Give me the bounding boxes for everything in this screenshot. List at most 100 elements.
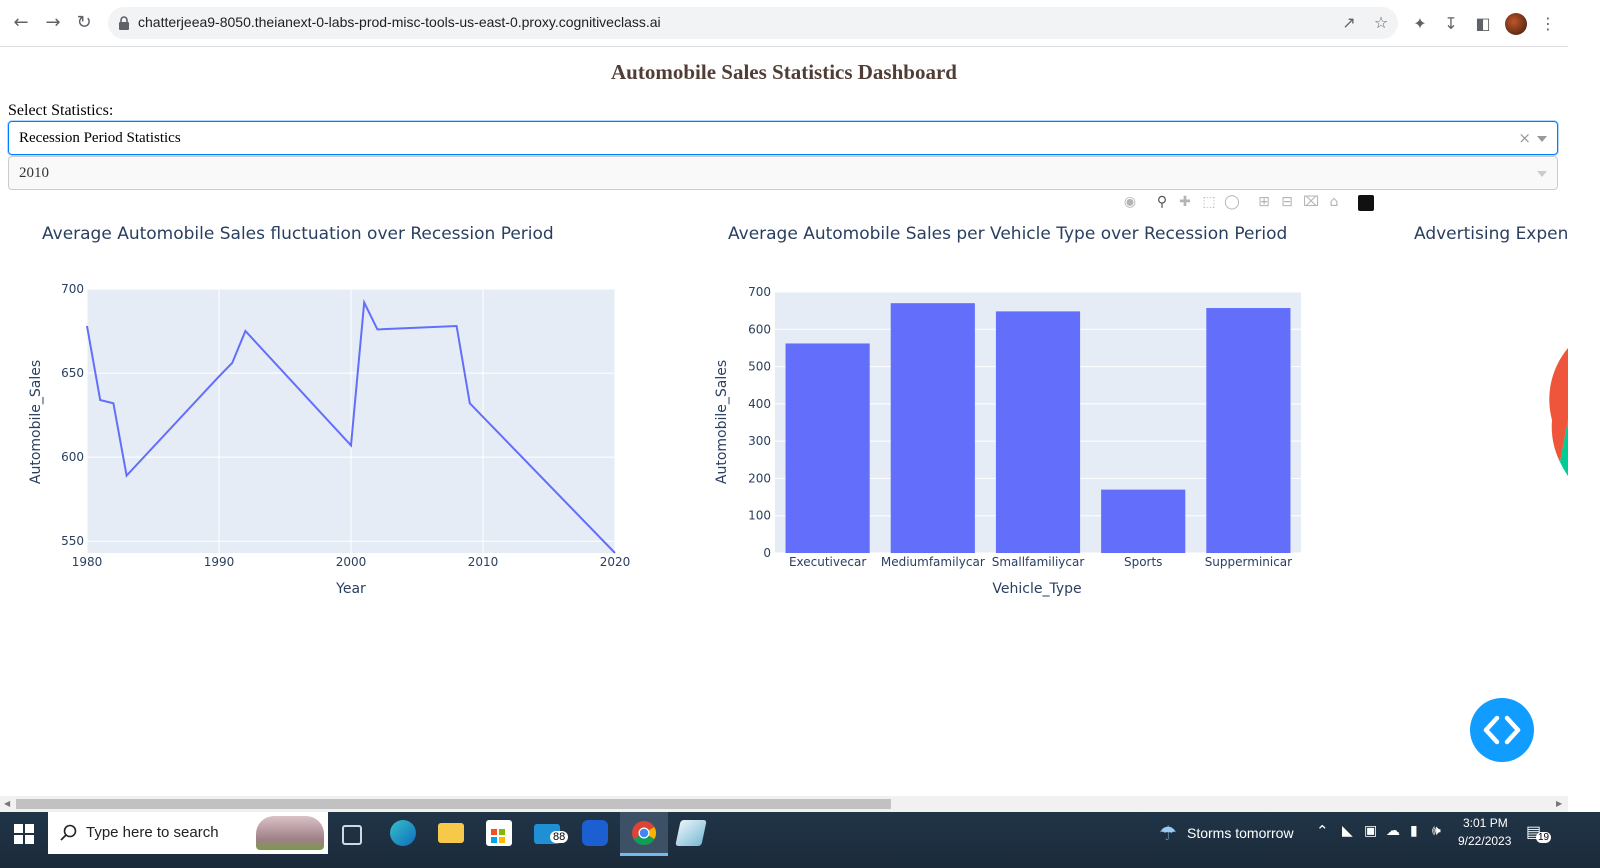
y-tick-label: 650 [61, 366, 84, 380]
plotly-logo-icon[interactable] [1358, 195, 1374, 211]
year-dropdown[interactable]: 2010 [8, 156, 1558, 190]
taskbar-search[interactable]: Type here to search [48, 812, 328, 854]
microsoft-store-icon[interactable] [486, 820, 512, 846]
x-tick-label: 1990 [204, 555, 235, 569]
x-tick-label: Mediumfamilycar [881, 555, 985, 569]
y-tick-label: 600 [61, 450, 84, 464]
line-chart[interactable]: 550 600 650 700 1980 1990 2000 2010 2020 Year Au… [0, 250, 680, 610]
code-toggle-button[interactable] [1470, 698, 1534, 762]
battery-icon[interactable]: ▮ [1410, 822, 1418, 839]
zoom-in-icon[interactable]: ⊞ [1256, 194, 1272, 210]
y-tick-label: 550 [61, 534, 84, 548]
autoscale-icon[interactable]: ⌧ [1303, 194, 1319, 210]
edge-browser-icon[interactable] [390, 820, 416, 846]
scrollbar-thumb[interactable] [16, 799, 891, 809]
x-axis-label: Vehicle_Type [992, 581, 1081, 597]
y-tick-label: 400 [748, 397, 771, 411]
y-tick-label: 700 [748, 285, 771, 299]
url-text[interactable]: chatterjeea9-8050.theianext-0-labs-prod-… [138, 14, 661, 30]
clock-time[interactable]: 3:01 PM [1463, 816, 1508, 830]
search-icon [60, 824, 77, 841]
windows-taskbar: Type here to search 88 ☂ Storms tomorrow… [0, 812, 1600, 868]
pie-chart-partial[interactable] [1540, 340, 1568, 510]
statistics-dropdown-value: Recession Period Statistics [19, 130, 181, 146]
page-title: Automobile Sales Statistics Dashboard [611, 60, 957, 84]
bar[interactable] [890, 303, 975, 553]
bar[interactable] [1206, 308, 1291, 553]
onedrive-cloud-icon[interactable]: ☁ [1386, 822, 1400, 839]
line-chart-title: Average Automobile Sales fluctuation ove… [42, 224, 554, 244]
profile-avatar[interactable] [1505, 13, 1527, 35]
chevron-up-icon[interactable]: ⌃ [1316, 822, 1329, 840]
x-tick-label: 2000 [336, 555, 367, 569]
volume-icon[interactable]: 🕪 [1432, 822, 1441, 839]
camera-icon[interactable]: ◉ [1122, 194, 1138, 210]
y-tick-label: 100 [748, 509, 771, 523]
bar[interactable] [1101, 489, 1186, 553]
bar-chart-title: Average Automobile Sales per Vehicle Typ… [728, 224, 1288, 244]
touchpad-icon[interactable]: ▣ [1364, 822, 1377, 839]
task-view-icon[interactable] [342, 825, 362, 845]
notification-count: 19 [1536, 832, 1552, 843]
menu-dots-icon[interactable]: ⋮ [1538, 14, 1558, 34]
reset-axes-icon[interactable]: ⌂ [1326, 194, 1342, 210]
scroll-right-icon[interactable]: ▶ [1556, 799, 1562, 808]
address-bar[interactable]: chatterjeea9-8050.theianext-0-labs-prod-… [108, 7, 1398, 39]
bookmark-star-icon[interactable]: ☆ [1372, 14, 1390, 32]
wifi-icon[interactable]: ◣ [1342, 822, 1353, 839]
chevron-down-icon[interactable] [1537, 136, 1547, 142]
bar[interactable] [785, 343, 870, 553]
reload-icon[interactable]: ↻ [73, 12, 95, 34]
vertical-scrollbar-gutter [1568, 46, 1600, 812]
x-axis-label: Year [335, 581, 366, 597]
y-tick-label: 700 [61, 282, 84, 296]
chevron-down-icon[interactable] [1537, 171, 1547, 177]
extensions-icon[interactable]: ✦ [1410, 14, 1430, 34]
webex-icon[interactable] [582, 820, 608, 846]
windows-start-icon[interactable] [14, 824, 34, 844]
share-icon[interactable]: ↗ [1340, 14, 1358, 32]
box-select-icon[interactable]: ⬚ [1201, 194, 1217, 210]
pie-chart-title: Advertising Expen [1414, 224, 1569, 244]
x-tick-label: 1980 [72, 555, 103, 569]
y-axis-label: Automobile_Sales [28, 360, 44, 484]
chrome-taskbar-active[interactable] [620, 812, 668, 856]
download-icon[interactable]: ↧ [1441, 14, 1461, 34]
scroll-left-icon[interactable]: ◀ [4, 799, 10, 808]
pie-slice-red[interactable] [1549, 348, 1568, 420]
clock-date[interactable]: 9/22/2023 [1458, 834, 1511, 848]
x-tick-label: Executivecar [789, 555, 866, 569]
x-tick-label: 2020 [600, 555, 631, 569]
file-explorer-icon[interactable] [438, 823, 464, 843]
browser-toolbar: ← → ↻ chatterjeea9-8050.theianext-0-labs… [0, 0, 1600, 47]
notes-app-icon[interactable] [675, 820, 707, 846]
side-panel-icon[interactable]: ◧ [1473, 14, 1493, 34]
clear-selection-icon[interactable]: × [1518, 129, 1531, 147]
y-tick-label: 600 [748, 322, 771, 336]
bar-chart[interactable]: 0 100 200 300 400 500 600 700 Executivecar Medium… [690, 250, 1370, 610]
y-tick-label: 0 [763, 546, 771, 560]
pan-icon[interactable]: ✚ [1177, 194, 1193, 210]
x-tick-label: 2010 [468, 555, 499, 569]
year-dropdown-value: 2010 [19, 165, 49, 181]
forward-arrow-icon[interactable]: → [42, 12, 64, 34]
chrome-icon [632, 821, 657, 845]
bar[interactable] [995, 311, 1081, 553]
weather-text[interactable]: Storms tomorrow [1187, 825, 1294, 841]
zoom-icon[interactable]: ⚲ [1154, 194, 1170, 210]
search-placeholder: Type here to search [86, 824, 219, 841]
y-tick-label: 500 [748, 360, 771, 374]
horizontal-scrollbar[interactable]: ◀ ▶ [0, 796, 1568, 812]
search-highlight-image [256, 816, 324, 850]
weather-icon[interactable]: ☂ [1156, 822, 1180, 844]
y-axis-label: Automobile_Sales [714, 360, 730, 484]
mail-badge: 88 [550, 831, 569, 843]
statistics-dropdown[interactable]: Recession Period Statistics × [8, 121, 1558, 155]
x-tick-label: Supperminicar [1205, 555, 1292, 569]
lasso-select-icon[interactable]: ◯ [1224, 194, 1240, 210]
code-brackets-icon [1483, 715, 1521, 745]
zoom-out-icon[interactable]: ⊟ [1279, 194, 1295, 210]
back-arrow-icon[interactable]: ← [10, 12, 32, 34]
lock-icon [119, 16, 129, 30]
x-tick-label: Smallfamiliycar [992, 555, 1085, 569]
